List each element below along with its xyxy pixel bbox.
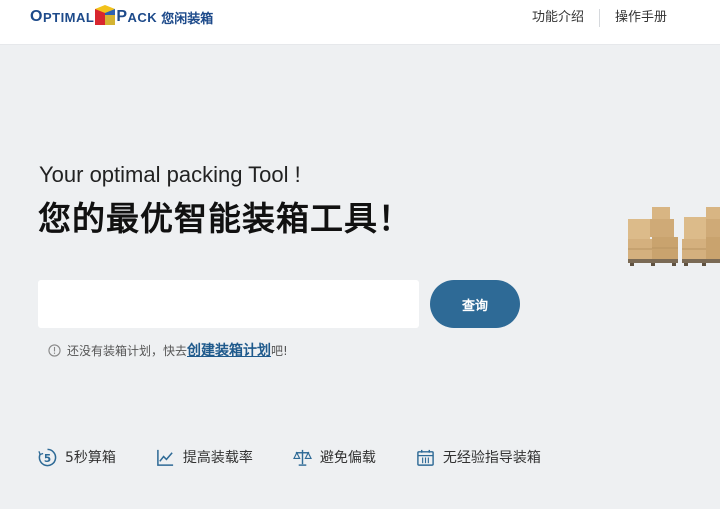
- calendar-grid-icon: [417, 449, 434, 466]
- nav-manual[interactable]: 操作手册: [600, 9, 682, 27]
- trend-chart-icon: [157, 449, 174, 466]
- logo-cube-icon: [95, 5, 116, 25]
- feature-item: 无经验指导装箱: [416, 447, 541, 467]
- nav-features[interactable]: 功能介绍: [517, 9, 599, 27]
- hero-subtitle: Your optimal packing Tool !: [39, 162, 301, 187]
- logo-text-ack: ACK: [127, 9, 158, 25]
- cardboard-boxes-illustration: [628, 207, 720, 266]
- create-plan-link[interactable]: 创建装箱计划: [187, 340, 271, 360]
- feature-item: 避免偏载: [292, 447, 376, 467]
- five-seconds-icon: 5: [38, 448, 57, 466]
- feature-label: 提高装载率: [182, 450, 253, 466]
- search-button[interactable]: 查询: [430, 280, 520, 328]
- feature-label: 5秒算箱: [65, 450, 116, 466]
- logo-text-cn: 您闲装箱: [161, 11, 214, 27]
- logo-text-ptimal: PTIMAL: [42, 9, 95, 25]
- top-header: O PTIMAL P ACK 您闲装箱 功能介绍 操作手册: [0, 0, 720, 45]
- svg-text:5: 5: [44, 452, 51, 464]
- hero-title: 您的最优智能装箱工具！: [38, 199, 412, 238]
- optimalpack-logo[interactable]: O PTIMAL P ACK 您闲装箱: [30, 5, 213, 29]
- logo-letter-p: P: [116, 8, 128, 25]
- info-circle-icon: [48, 343, 61, 357]
- feature-label: 无经验指导装箱: [442, 450, 541, 466]
- top-nav: 功能介绍 操作手册: [517, 9, 682, 27]
- feature-item: 提高装载率: [156, 447, 253, 467]
- hint-suffix: 吧!: [271, 343, 288, 358]
- balance-scale-icon: [292, 449, 312, 466]
- feature-label: 避免偏载: [319, 450, 376, 466]
- feature-item: 5 5秒算箱: [38, 447, 116, 467]
- create-plan-hint: 还没有装箱计划，快去 创建装箱计划 吧!: [48, 340, 288, 360]
- hint-prefix: 还没有装箱计划，快去: [67, 343, 188, 358]
- search-input[interactable]: [38, 280, 419, 328]
- feature-list: 5 5秒算箱 提高装载率 避免偏载 无经验指导装箱: [38, 447, 581, 467]
- logo-letter-o: O: [30, 8, 43, 25]
